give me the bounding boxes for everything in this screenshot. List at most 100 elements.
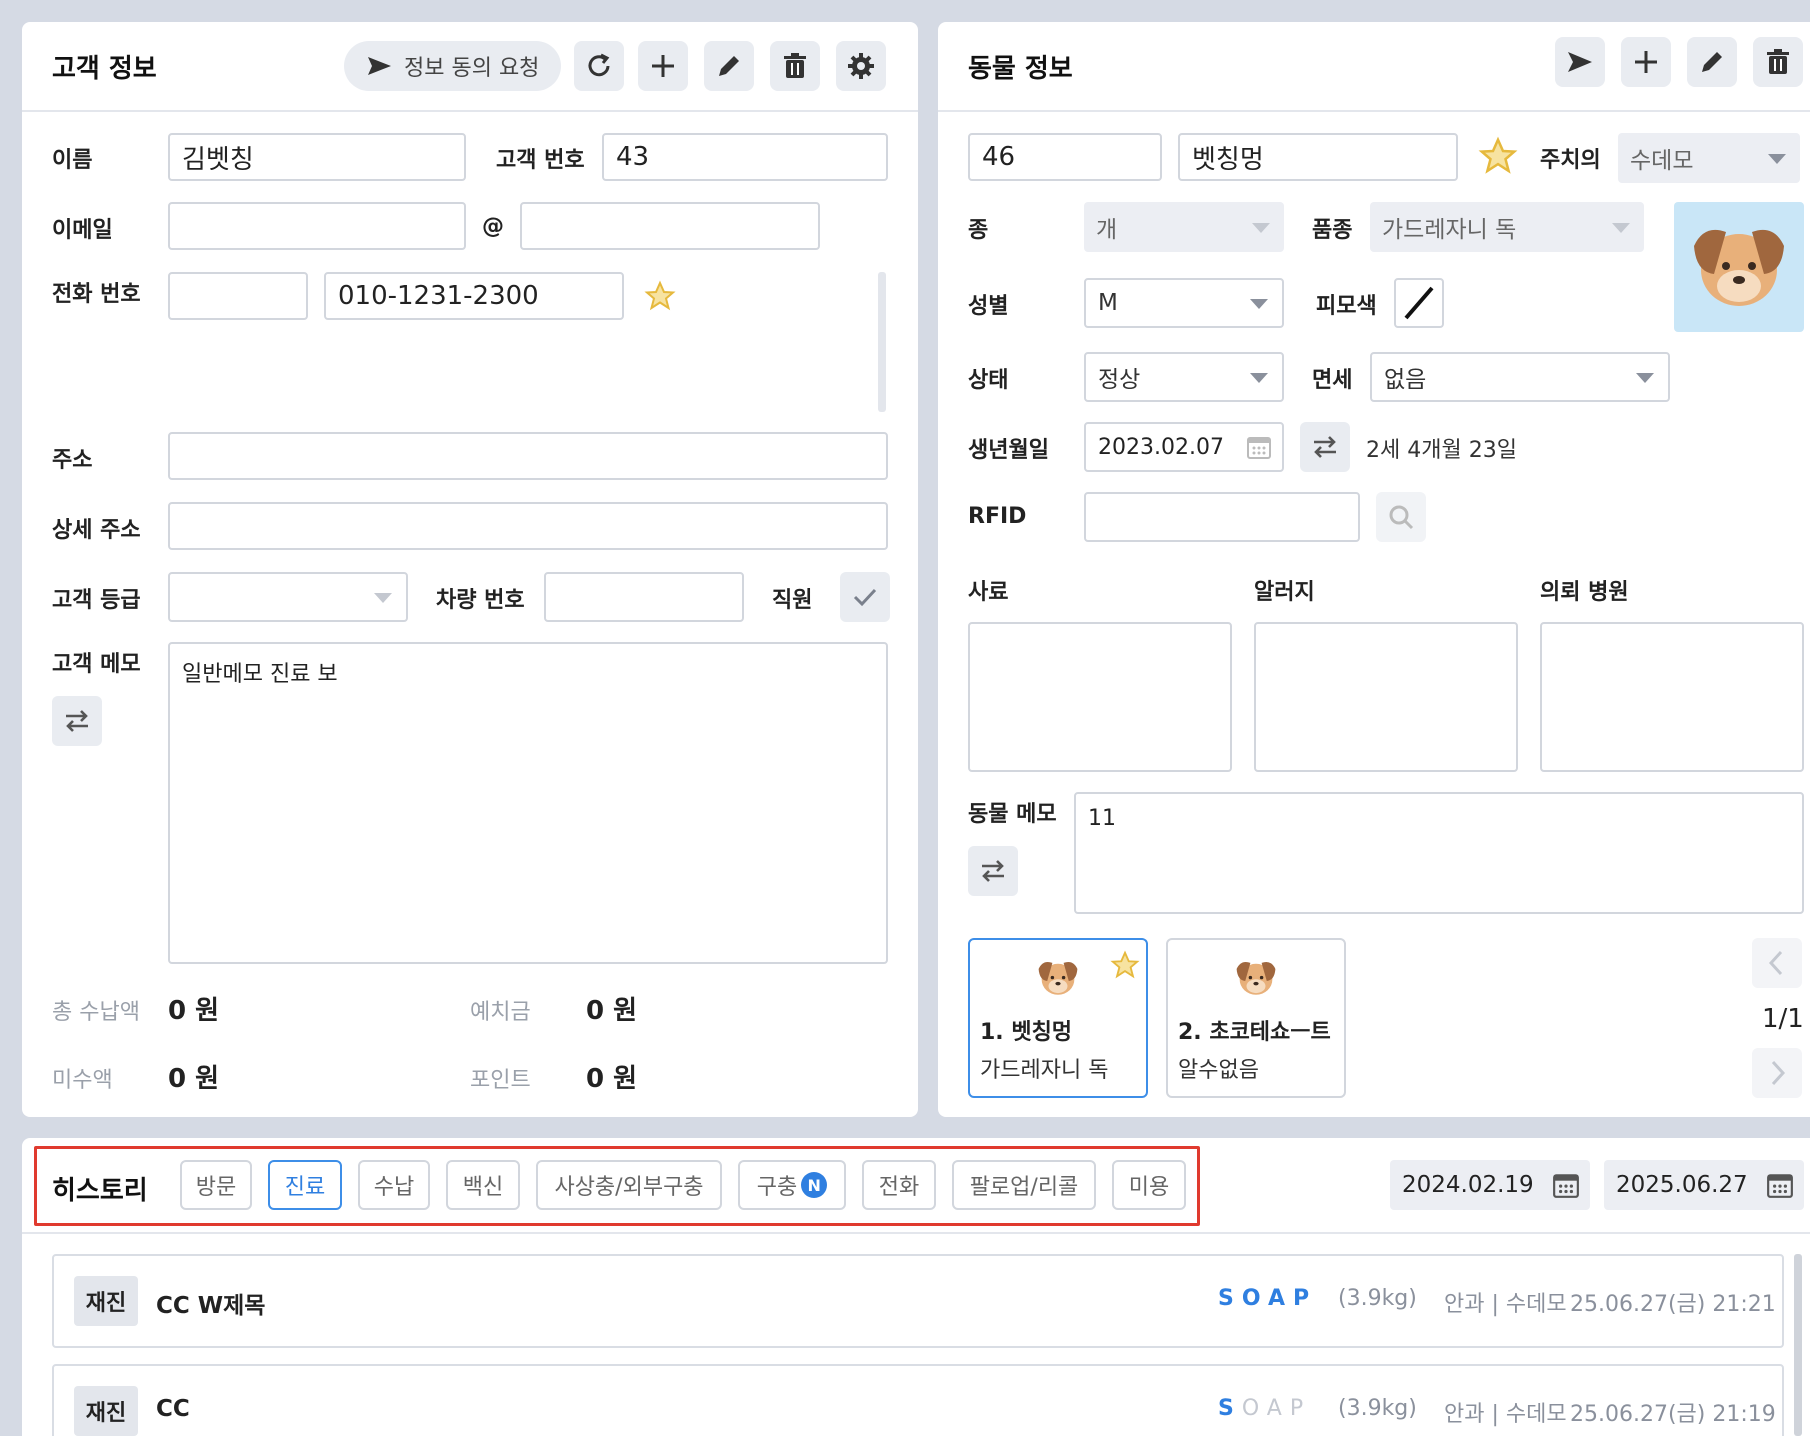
address-input[interactable]	[168, 432, 888, 480]
history-title: 히스토리	[52, 1176, 148, 1206]
species-select[interactable]: 개	[1084, 202, 1284, 252]
animal-memo-swap-button[interactable]	[968, 846, 1018, 896]
attending-vet-select[interactable]: 수데모	[1618, 133, 1800, 183]
email-local-input[interactable]	[168, 202, 466, 250]
phone-favorite-star-icon[interactable]	[644, 280, 676, 312]
animal-favorite-star-icon[interactable]	[1478, 136, 1518, 176]
deposit-value: 0 원	[586, 996, 638, 1026]
record-department: 안과 | 수데모	[1444, 1292, 1567, 1317]
tab-deworming[interactable]: 구충 N	[738, 1160, 846, 1210]
tax-exempt-select[interactable]: 없음	[1370, 352, 1670, 402]
tab-treatment[interactable]: 진료	[268, 1160, 342, 1210]
status-select[interactable]: 정상	[1084, 352, 1284, 402]
phone-list-scrollbar[interactable]	[878, 272, 886, 412]
car-no-input[interactable]	[544, 572, 744, 622]
tab-phone[interactable]: 전화	[862, 1160, 936, 1210]
pet-next-button[interactable]	[1752, 1048, 1802, 1098]
customer-memo-swap-button[interactable]	[52, 696, 102, 746]
send-icon	[1568, 52, 1592, 72]
settings-button[interactable]	[836, 41, 886, 91]
animal-memo-label: 동물 메모	[968, 802, 1057, 827]
soap-indicator[interactable]: SOAP	[1218, 1286, 1317, 1311]
tab-payment[interactable]: 수납	[358, 1160, 430, 1210]
breed-select[interactable]: 가드레자니 독	[1370, 202, 1644, 252]
edit-customer-button[interactable]	[704, 41, 754, 91]
attending-vet-value: 수데모	[1630, 148, 1694, 174]
edit-animal-button[interactable]	[1687, 37, 1737, 87]
pet-card-1[interactable]: 1. 벳칭멍 가드레자니 독	[968, 938, 1148, 1098]
animal-id-input[interactable]: 46	[968, 133, 1162, 181]
tab-grooming[interactable]: 미용	[1112, 1160, 1186, 1210]
rfid-search-button[interactable]	[1376, 492, 1426, 542]
tab-deworming-label: 구충	[756, 1175, 798, 1200]
pencil-icon	[1702, 52, 1722, 72]
history-row[interactable]: 재진 CC SOAP (3.9kg) 안과 | 수데모 25.06.27(금) …	[52, 1364, 1784, 1436]
customer-memo-textarea[interactable]: 일반메모 진료 보	[168, 642, 888, 964]
animal-memo-textarea[interactable]: 11	[1074, 792, 1804, 914]
search-icon	[1389, 505, 1414, 530]
allergy-textarea[interactable]	[1254, 622, 1518, 772]
send-animal-button[interactable]	[1555, 37, 1605, 87]
delete-customer-button[interactable]	[770, 41, 820, 91]
points-label: 포인트	[470, 1068, 531, 1093]
tab-heartworm[interactable]: 사상충/외부구충	[536, 1160, 722, 1210]
delete-animal-button[interactable]	[1753, 37, 1803, 87]
soap-oap: OAP	[1241, 1396, 1312, 1421]
pet-card-2[interactable]: 2. 초코테쇼ㅡ트 알수없음	[1166, 938, 1346, 1098]
refresh-button[interactable]	[574, 41, 624, 91]
referral-hospital-textarea[interactable]	[1540, 622, 1804, 772]
history-scrollbar[interactable]	[1794, 1254, 1802, 1436]
pet-card-name: 2. 초코테쇼ㅡ트	[1178, 1020, 1331, 1045]
favorite-star-icon[interactable]	[1110, 950, 1140, 980]
animal-photo[interactable]	[1674, 202, 1804, 332]
pet-card-name: 1. 벳칭멍	[980, 1020, 1073, 1045]
history-row[interactable]: 재진 CC W제목 SOAP (3.9kg) 안과 | 수데모 25.06.27…	[52, 1254, 1784, 1348]
staff-label: 직원	[772, 588, 813, 613]
birth-date-value: 2023.02.07	[1098, 434, 1224, 460]
address-detail-input[interactable]	[168, 502, 888, 550]
soap-indicator[interactable]: SOAP	[1218, 1396, 1311, 1421]
birth-date-label: 생년월일	[968, 438, 1049, 463]
plus-icon	[652, 55, 674, 77]
tab-vaccine[interactable]: 백신	[446, 1160, 520, 1210]
pet-prev-button[interactable]	[1752, 938, 1802, 988]
phone-prefix-input[interactable]	[168, 272, 308, 320]
add-customer-button[interactable]	[638, 41, 688, 91]
food-textarea[interactable]	[968, 622, 1232, 772]
rfid-input[interactable]	[1084, 492, 1360, 542]
add-animal-button[interactable]	[1621, 37, 1671, 87]
animal-name-input[interactable]: 벳칭멍	[1178, 133, 1458, 181]
animal-panel-title: 동물 정보	[968, 54, 1073, 84]
customer-no-input[interactable]: 43	[602, 133, 888, 181]
consent-request-button[interactable]: 정보 동의 요청	[344, 41, 562, 91]
rfid-label: RFID	[968, 504, 1027, 529]
customer-memo-label: 고객 메모	[52, 652, 141, 677]
birth-date-input[interactable]: 2023.02.07	[1084, 422, 1284, 472]
name-input[interactable]: 김벳칭	[168, 133, 466, 181]
gear-icon	[848, 53, 874, 79]
coat-color-picker[interactable]	[1394, 278, 1444, 328]
grade-select[interactable]	[168, 572, 408, 622]
status-value: 정상	[1098, 367, 1141, 393]
trash-icon	[784, 53, 806, 78]
email-domain-input[interactable]	[520, 202, 820, 250]
age-text: 2세 4개월 23일	[1366, 438, 1517, 463]
staff-check-button[interactable]	[840, 572, 890, 622]
phone-input[interactable]: 010-1231-2300	[324, 272, 624, 320]
record-weight: (3.9kg)	[1338, 1396, 1417, 1421]
tab-followup-recall[interactable]: 팔로업/리콜	[952, 1160, 1096, 1210]
age-toggle-button[interactable]	[1300, 422, 1350, 472]
consent-request-label: 정보 동의 요청	[404, 56, 540, 81]
chevron-down-icon	[1612, 223, 1630, 233]
pencil-icon	[719, 56, 739, 76]
plus-icon	[1635, 51, 1657, 73]
sex-select[interactable]: M	[1084, 278, 1284, 328]
phone-label: 전화 번호	[52, 282, 141, 307]
tab-visit[interactable]: 방문	[180, 1160, 252, 1210]
check-icon	[853, 588, 877, 607]
pet-pager-text: 1/1	[1762, 1004, 1804, 1034]
sex-label: 성별	[968, 294, 1009, 319]
date-from-input[interactable]: 2024.02.19	[1390, 1160, 1590, 1210]
date-to-input[interactable]: 2025.06.27	[1604, 1160, 1804, 1210]
chevron-right-icon	[1771, 1060, 1786, 1086]
